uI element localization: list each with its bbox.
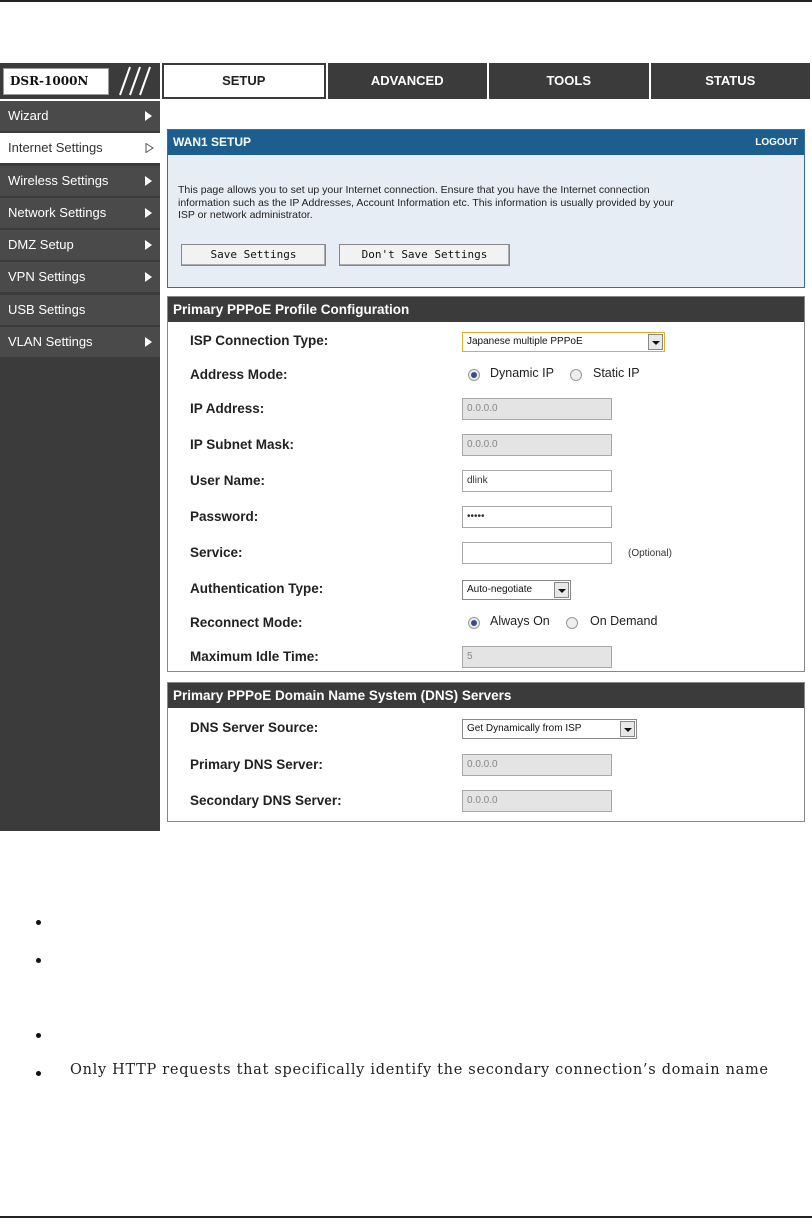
description-line: information such as the IP Addresses, Ac… [178,196,674,209]
arrow-right-icon [145,175,152,186]
sidebar-item-vlan-settings[interactable]: VLAN Settings [0,327,160,358]
static-ip-label: Static IP [593,366,640,380]
page-title: WAN1 SETUP [173,135,252,149]
pppoe-profile-section: Primary PPPoE Profile Configuration ISP … [167,296,805,672]
service-label: Service: [190,545,243,560]
document-bullet-text: Only HTTP requests that specifically ide… [70,1062,769,1078]
logo-slashes-icon [119,66,151,96]
arrow-right-outline-icon [145,143,154,154]
dns-server-source-label: DNS Server Source: [190,720,319,735]
sidebar-item-label: Network Settings [8,204,107,220]
isp-connection-type-label: ISP Connection Type: [190,333,329,348]
description-line: ISP or network administrator. [178,209,313,221]
sidebar-item-vpn-settings[interactable]: VPN Settings [0,262,160,293]
dynamic-ip-label: Dynamic IP [490,366,554,380]
router-screenshot: DSR-1000N SETUP ADVANCED TOOLS STATUS Wi… [0,63,812,831]
authentication-type-label: Authentication Type: [190,581,324,596]
authentication-type-select[interactable]: Auto-negotiate [462,580,571,600]
tab-setup[interactable]: SETUP [162,63,326,99]
sidebar-item-label: USB Settings [8,301,86,317]
dns-server-source-select[interactable]: Get Dynamically from ISP [462,719,637,739]
bullet-point [36,920,41,925]
service-field[interactable] [462,542,612,564]
sidebar-item-usb-settings[interactable]: USB Settings [0,294,160,325]
ip-subnet-mask-field[interactable]: 0.0.0.0 [462,434,612,456]
chevron-down-icon [648,334,663,350]
logo-bar: DSR-1000N [0,63,160,99]
user-name-label: User Name: [190,473,266,488]
ip-subnet-mask-label: IP Subnet Mask: [190,437,295,452]
primary-dns-server-label: Primary DNS Server: [190,757,323,772]
arrow-right-icon [145,337,152,348]
primary-dns-server-field[interactable]: 0.0.0.0 [462,754,612,776]
select-value: Get Dynamically from ISP [467,723,582,734]
chevron-down-icon [620,721,635,737]
page-description: This page allows you to set up your Inte… [178,184,793,222]
address-mode-label: Address Mode: [190,367,288,382]
section-title: Primary PPPoE Domain Name System (DNS) S… [168,683,804,708]
description-line: This page allows you to set up your Inte… [178,184,650,196]
secondary-dns-server-label: Secondary DNS Server: [190,793,342,808]
select-value: Japanese multiple PPPoE [467,336,583,347]
sidebar-item-label: DMZ Setup [8,237,74,253]
arrow-right-icon [145,240,152,251]
save-settings-button[interactable]: Save Settings [181,244,326,266]
sidebar-item-label: VLAN Settings [8,334,93,350]
sidebar-item-dmz-setup[interactable]: DMZ Setup [0,230,160,261]
arrow-right-icon [145,111,152,121]
sidebar-item-label: Wizard [8,108,49,123]
on-demand-radio[interactable] [566,617,578,629]
ip-address-label: IP Address: [190,401,265,416]
tab-status[interactable]: STATUS [648,63,810,99]
sidebar: Wizard Internet Settings Wireless Settin… [0,101,160,831]
maximum-idle-time-label: Maximum Idle Time: [190,649,319,664]
chevron-down-icon [554,582,569,598]
maximum-idle-time-field[interactable]: 5 [462,646,612,668]
isp-connection-type-select[interactable]: Japanese multiple PPPoE [462,332,665,352]
sidebar-item-wizard[interactable]: Wizard [0,101,160,131]
bullet-point [36,1033,41,1038]
sidebar-item-internet-settings[interactable]: Internet Settings [0,133,160,164]
page-top-rule [0,0,812,2]
section-title: Primary PPPoE Profile Configuration [168,297,804,322]
main-tabs: SETUP ADVANCED TOOLS STATUS [162,63,810,99]
sidebar-item-label: Wireless Settings [8,172,109,188]
ip-address-field[interactable]: 0.0.0.0 [462,398,612,420]
product-logo: DSR-1000N [3,68,109,95]
optional-hint: (Optional) [628,548,672,559]
static-ip-radio[interactable] [570,369,582,381]
bullet-point [36,1071,41,1076]
always-on-radio[interactable] [468,617,480,629]
reconnect-mode-label: Reconnect Mode: [190,615,303,630]
wan-setup-header: WAN1 SETUP LOGOUT [168,130,804,155]
on-demand-label: On Demand [590,614,658,628]
arrow-right-icon [145,207,152,218]
secondary-dns-server-field[interactable]: 0.0.0.0 [462,790,612,812]
page-bottom-rule [0,1216,812,1218]
bullet-point [36,958,41,963]
sidebar-item-network-settings[interactable]: Network Settings [0,197,160,228]
dont-save-settings-button[interactable]: Don't Save Settings [339,244,510,266]
arrow-right-icon [145,272,152,283]
user-name-field[interactable]: dlink [462,470,612,492]
select-value: Auto-negotiate [467,584,533,595]
tab-advanced[interactable]: ADVANCED [325,63,487,99]
dynamic-ip-radio[interactable] [468,369,480,381]
sidebar-item-label: Internet Settings [8,140,103,156]
sidebar-item-label: VPN Settings [8,269,86,285]
password-label: Password: [190,509,259,524]
wan-setup-panel: WAN1 SETUP LOGOUT This page allows you t… [167,129,805,288]
tab-tools[interactable]: TOOLS [487,63,649,99]
password-field[interactable]: ••••• [462,506,612,528]
always-on-label: Always On [490,614,550,628]
logout-link[interactable]: LOGOUT [755,130,798,155]
sidebar-item-wireless-settings[interactable]: Wireless Settings [0,165,160,196]
dns-servers-section: Primary PPPoE Domain Name System (DNS) S… [167,682,805,822]
